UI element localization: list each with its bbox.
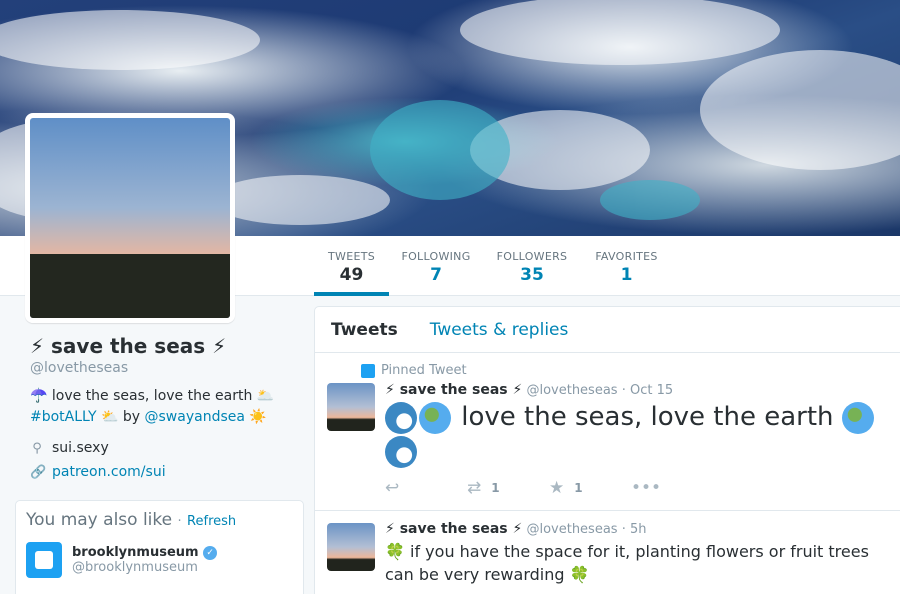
brooklynmuseum-avatar[interactable]	[26, 542, 62, 578]
profile-handle[interactable]: @lovetheseas	[30, 360, 300, 376]
retweet-button[interactable]: ⇄ 1	[467, 478, 549, 498]
profile-bio: ☂️ love the seas, love the earth 🌥️ #bot…	[30, 386, 300, 428]
stat-followers-label: FOLLOWERS	[496, 250, 568, 263]
profile-avatar[interactable]	[25, 113, 235, 323]
tab-tweets-replies[interactable]: Tweets & replies	[430, 320, 569, 340]
tweet-author-name[interactable]: ⚡ save the seas ⚡	[385, 382, 522, 398]
pinned-label: Pinned Tweet	[361, 363, 900, 378]
location-pin-icon: ⚲	[32, 440, 42, 456]
wtf-user-name-text: brooklynmuseum	[72, 545, 199, 560]
globe-emoji-icon	[841, 401, 874, 434]
tweet-author-handle[interactable]: @lovetheseas	[526, 383, 617, 398]
location-text: sui.sexy	[52, 440, 109, 456]
wtf-user-handle: @brooklynmuseum	[72, 560, 198, 575]
timeline-tabs: Tweets Tweets & replies	[315, 307, 900, 353]
profile-card: ⚡ save the seas ⚡ @lovetheseas ☂️ love t…	[30, 334, 300, 480]
reply-button[interactable]: ↩	[385, 478, 467, 498]
more-button[interactable]: •••	[631, 478, 713, 498]
star-icon: ★	[549, 478, 565, 498]
stat-favorites[interactable]: FAVORITES 1	[590, 236, 663, 296]
wtf-dot: ·	[177, 514, 182, 529]
stat-followers-value: 35	[520, 265, 544, 285]
verified-icon: ✓	[203, 545, 218, 560]
tweet-timestamp[interactable]: · Oct 15	[622, 383, 673, 398]
tweet-pinned[interactable]: Pinned Tweet ⚡ save the seas ⚡ @lovethes…	[315, 353, 900, 511]
tweet-text-content: love the seas, love the earth	[461, 402, 834, 432]
stat-tweets-value: 49	[339, 265, 364, 285]
stat-following-value: 7	[430, 265, 442, 285]
bio-by-text: by	[122, 409, 141, 425]
retweet-icon: ⇄	[467, 478, 482, 498]
stat-followers[interactable]: FOLLOWERS 35	[494, 236, 570, 296]
tweet-avatar[interactable]	[327, 383, 375, 431]
wtf-user-row[interactable]: brooklynmuseum ✓ @brooklynmuseum	[26, 542, 293, 578]
stat-following[interactable]: FOLLOWING 7	[398, 236, 474, 296]
tweet-item[interactable]: ⚡ save the seas ⚡ @lovetheseas · 5h 🍀 if…	[315, 511, 900, 594]
tweet-actions: ↩ ⇄ 1 ★ 1 •••	[385, 478, 900, 498]
tweet-timestamp[interactable]: · 5h	[622, 522, 647, 537]
profile-website: 🔗 patreon.com/sui	[30, 464, 300, 480]
bio-hashtag-link[interactable]: #botALLY	[30, 409, 97, 425]
who-to-follow-card: You may also like · Refresh brooklynmuse…	[15, 500, 304, 594]
museum-logo-icon	[35, 551, 53, 569]
wtf-header: You may also like · Refresh	[26, 510, 293, 530]
tweet-author-handle[interactable]: @lovetheseas	[526, 522, 617, 537]
stat-favorites-value: 1	[620, 265, 633, 285]
tweet-avatar[interactable]	[327, 523, 375, 571]
website-link[interactable]: patreon.com/sui	[52, 464, 166, 480]
clover-emoji: 🍀	[385, 542, 405, 561]
pinned-text: Pinned Tweet	[381, 363, 467, 378]
link-icon: 🔗	[30, 464, 47, 480]
globe-emoji-icon	[419, 401, 451, 434]
tweet-author-name[interactable]: ⚡ save the seas ⚡	[385, 521, 522, 537]
wtf-user-name[interactable]: brooklynmuseum ✓	[72, 545, 218, 560]
more-icon: •••	[631, 478, 662, 498]
favorite-count: 1	[574, 481, 583, 495]
timeline: Tweets Tweets & replies Pinned Tweet ⚡ s…	[314, 306, 900, 594]
stat-tweets-label: TWEETS	[328, 250, 375, 263]
bio-sun-cloud-emoji: ⛅	[101, 409, 119, 425]
bio-text: love the seas, love the earth	[51, 388, 253, 404]
stat-favorites-label: FAVORITES	[595, 250, 658, 263]
tweet-text: love the seas, love the earth	[385, 400, 900, 468]
wtf-title: You may also like	[26, 510, 173, 530]
wave-emoji-icon	[385, 401, 417, 434]
reply-icon: ↩	[385, 478, 400, 498]
tweet-header: ⚡ save the seas ⚡ @lovetheseas · Oct 15	[385, 382, 900, 398]
favorite-button[interactable]: ★ 1	[549, 478, 631, 498]
tweet-header: ⚡ save the seas ⚡ @lovetheseas · 5h	[385, 521, 900, 537]
bio-sun-emoji: ☀️	[249, 409, 267, 425]
wtf-refresh-link[interactable]: Refresh	[187, 514, 236, 529]
tweet-text-content: if you have the space for it, planting f…	[385, 542, 869, 584]
profile-name[interactable]: ⚡ save the seas ⚡	[30, 334, 300, 358]
wave-emoji-icon	[385, 435, 417, 468]
bio-cloud-emoji: 🌥️	[256, 388, 275, 404]
stat-following-label: FOLLOWING	[401, 250, 471, 263]
tweet-text: 🍀 if you have the space for it, planting…	[385, 540, 900, 586]
clover-emoji: 🍀	[569, 565, 590, 584]
profile-location: ⚲ sui.sexy	[30, 440, 300, 456]
tab-tweets[interactable]: Tweets	[331, 320, 398, 340]
stat-tweets[interactable]: TWEETS 49	[314, 236, 389, 296]
bio-umbrella-emoji: ☂️	[30, 388, 48, 404]
avatar-hill	[30, 254, 230, 318]
pin-icon	[361, 363, 375, 378]
retweet-count: 1	[491, 481, 500, 495]
bio-mention-link[interactable]: @swayandsea	[145, 409, 245, 425]
